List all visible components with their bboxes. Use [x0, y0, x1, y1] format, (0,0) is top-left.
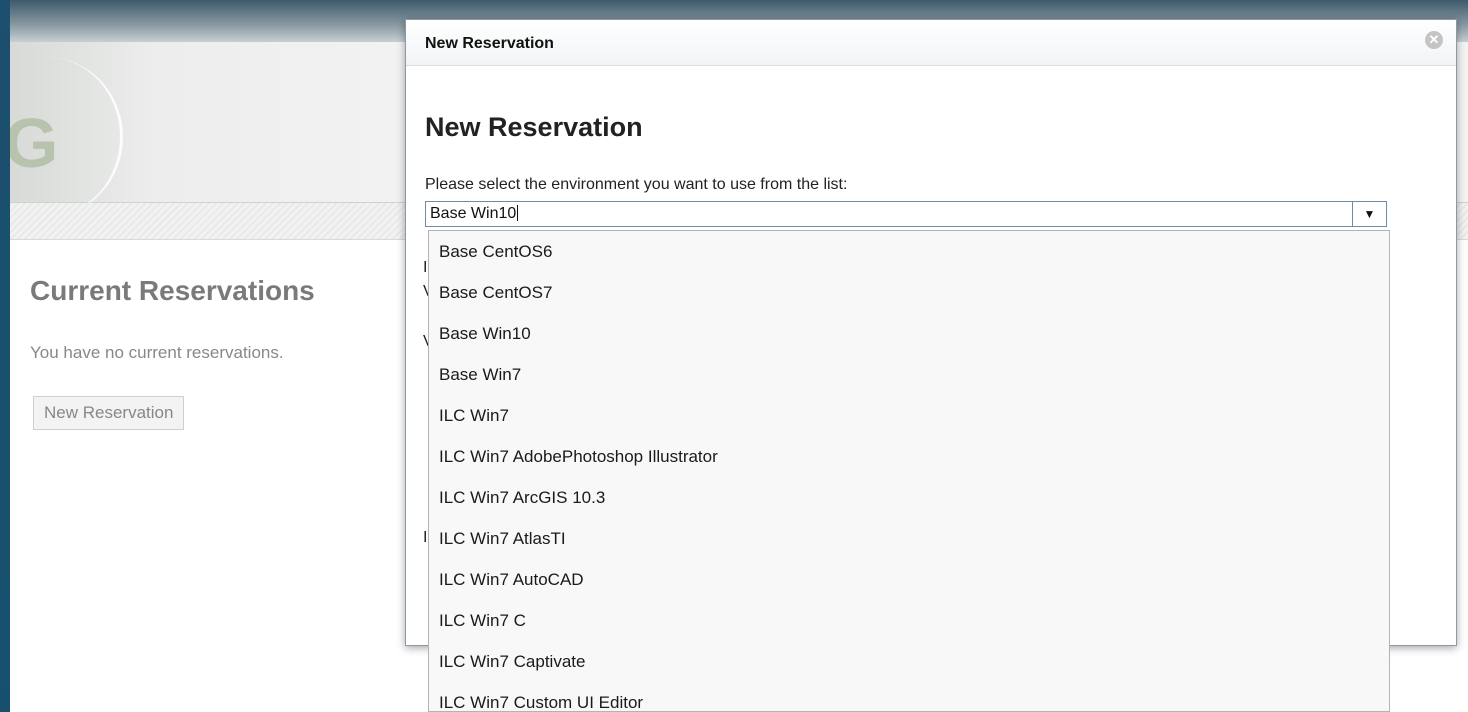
close-icon[interactable]: ✕	[1425, 31, 1443, 49]
clipped-label-fragment: I	[423, 259, 428, 276]
no-reservations-text: You have no current reservations.	[30, 343, 284, 362]
dropdown-option[interactable]: ILC Win7 C	[429, 600, 1389, 641]
clipped-label-fragment: I	[423, 529, 428, 546]
dropdown-option[interactable]: ILC Win7 Captivate	[429, 641, 1389, 682]
current-reservations-heading: Current Reservations	[30, 275, 315, 306]
dialog-titlebar[interactable]: New Reservation ✕	[406, 20, 1456, 66]
chevron-down-icon[interactable]: ▼	[1352, 202, 1386, 226]
text-cursor	[517, 205, 519, 221]
dialog-heading: New Reservation	[425, 112, 643, 142]
dropdown-option[interactable]: ILC Win7 AdobePhotoshop Illustrator	[429, 436, 1389, 477]
environment-select-value: Base Win10	[430, 205, 519, 222]
environment-prompt: Please select the environment you want t…	[425, 176, 848, 193]
logo: G	[10, 104, 59, 182]
dropdown-option[interactable]: ILC Win7 Custom UI Editor	[429, 682, 1389, 711]
dropdown-option[interactable]: Base Win10	[429, 313, 1389, 354]
dropdown-option[interactable]: Base CentOS6	[429, 231, 1389, 272]
dropdown-option[interactable]: ILC Win7	[429, 395, 1389, 436]
new-reservation-button[interactable]: New Reservation	[33, 396, 185, 430]
dropdown-option[interactable]: Base CentOS7	[429, 272, 1389, 313]
dropdown-option[interactable]: Base Win7	[429, 354, 1389, 395]
dropdown-option[interactable]: ILC Win7 ArcGIS 10.3	[429, 477, 1389, 518]
dialog-title: New Reservation	[425, 35, 554, 52]
dropdown-option[interactable]: ILC Win7 AtlasTI	[429, 518, 1389, 559]
environment-dropdown-list[interactable]: Base CentOS6 Base CentOS7 Base Win10 Bas…	[428, 230, 1390, 712]
environment-select[interactable]: Base Win10 ▼	[425, 201, 1387, 227]
dropdown-option[interactable]: ILC Win7 AutoCAD	[429, 559, 1389, 600]
